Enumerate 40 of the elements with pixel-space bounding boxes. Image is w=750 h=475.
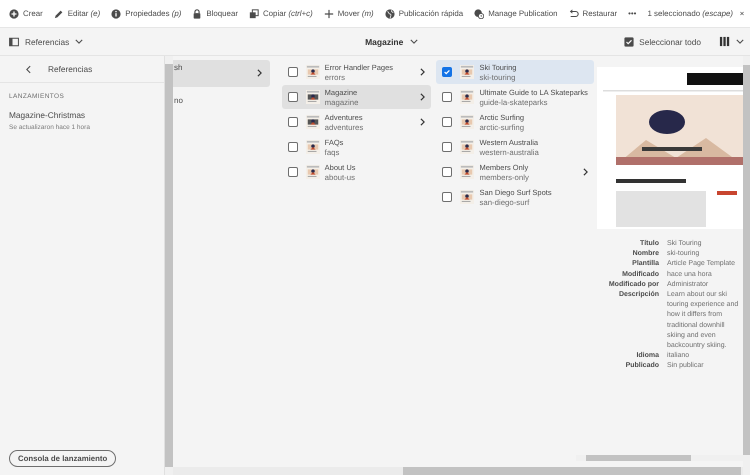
- columns-icon: [718, 36, 730, 47]
- move-icon: [324, 8, 334, 18]
- view-switcher-button[interactable]: [718, 36, 744, 47]
- checkbox[interactable]: [442, 192, 452, 202]
- info-icon: [111, 8, 122, 18]
- scrollbar[interactable]: [743, 56, 750, 475]
- checkbox[interactable]: [288, 67, 298, 77]
- globe-clock-icon: [474, 8, 484, 18]
- chevron-down-icon: [736, 39, 744, 44]
- checkbox[interactable]: [442, 67, 452, 77]
- folder-title-button[interactable]: Magazine: [365, 36, 418, 46]
- copy-icon: [248, 8, 259, 18]
- column-item[interactable]: sh: [173, 60, 270, 87]
- checkbox[interactable]: [288, 142, 298, 152]
- pencil-icon: [54, 8, 64, 18]
- column-item[interactable]: no: [173, 88, 270, 112]
- add-icon: [9, 8, 19, 18]
- chevron-down-icon: [410, 39, 418, 44]
- launch-name[interactable]: Magazine-Christmas: [9, 110, 164, 120]
- rail-icon: [9, 36, 19, 46]
- rail-title: Referencias: [48, 64, 92, 74]
- close-icon[interactable]: [740, 9, 744, 18]
- scrollbar[interactable]: [173, 467, 743, 475]
- checkbox-icon: [624, 36, 634, 46]
- back-icon[interactable]: [26, 64, 31, 74]
- checkbox[interactable]: [442, 167, 452, 177]
- globe-icon: [384, 8, 395, 18]
- checkbox[interactable]: [288, 92, 298, 102]
- checkbox[interactable]: [288, 117, 298, 127]
- checkbox[interactable]: [442, 92, 452, 102]
- select-all-button[interactable]: Seleccionar todo: [624, 36, 701, 46]
- scrollbar[interactable]: [165, 56, 173, 475]
- checkbox[interactable]: [442, 142, 452, 152]
- lock-icon: [192, 8, 202, 18]
- undo-icon: [568, 8, 578, 18]
- checkbox[interactable]: [288, 167, 298, 177]
- checkbox[interactable]: [442, 117, 452, 127]
- rail-toggle-button[interactable]: Referencias: [9, 36, 84, 46]
- chevron-down-icon: [75, 39, 84, 44]
- scrollbar[interactable]: [576, 455, 743, 461]
